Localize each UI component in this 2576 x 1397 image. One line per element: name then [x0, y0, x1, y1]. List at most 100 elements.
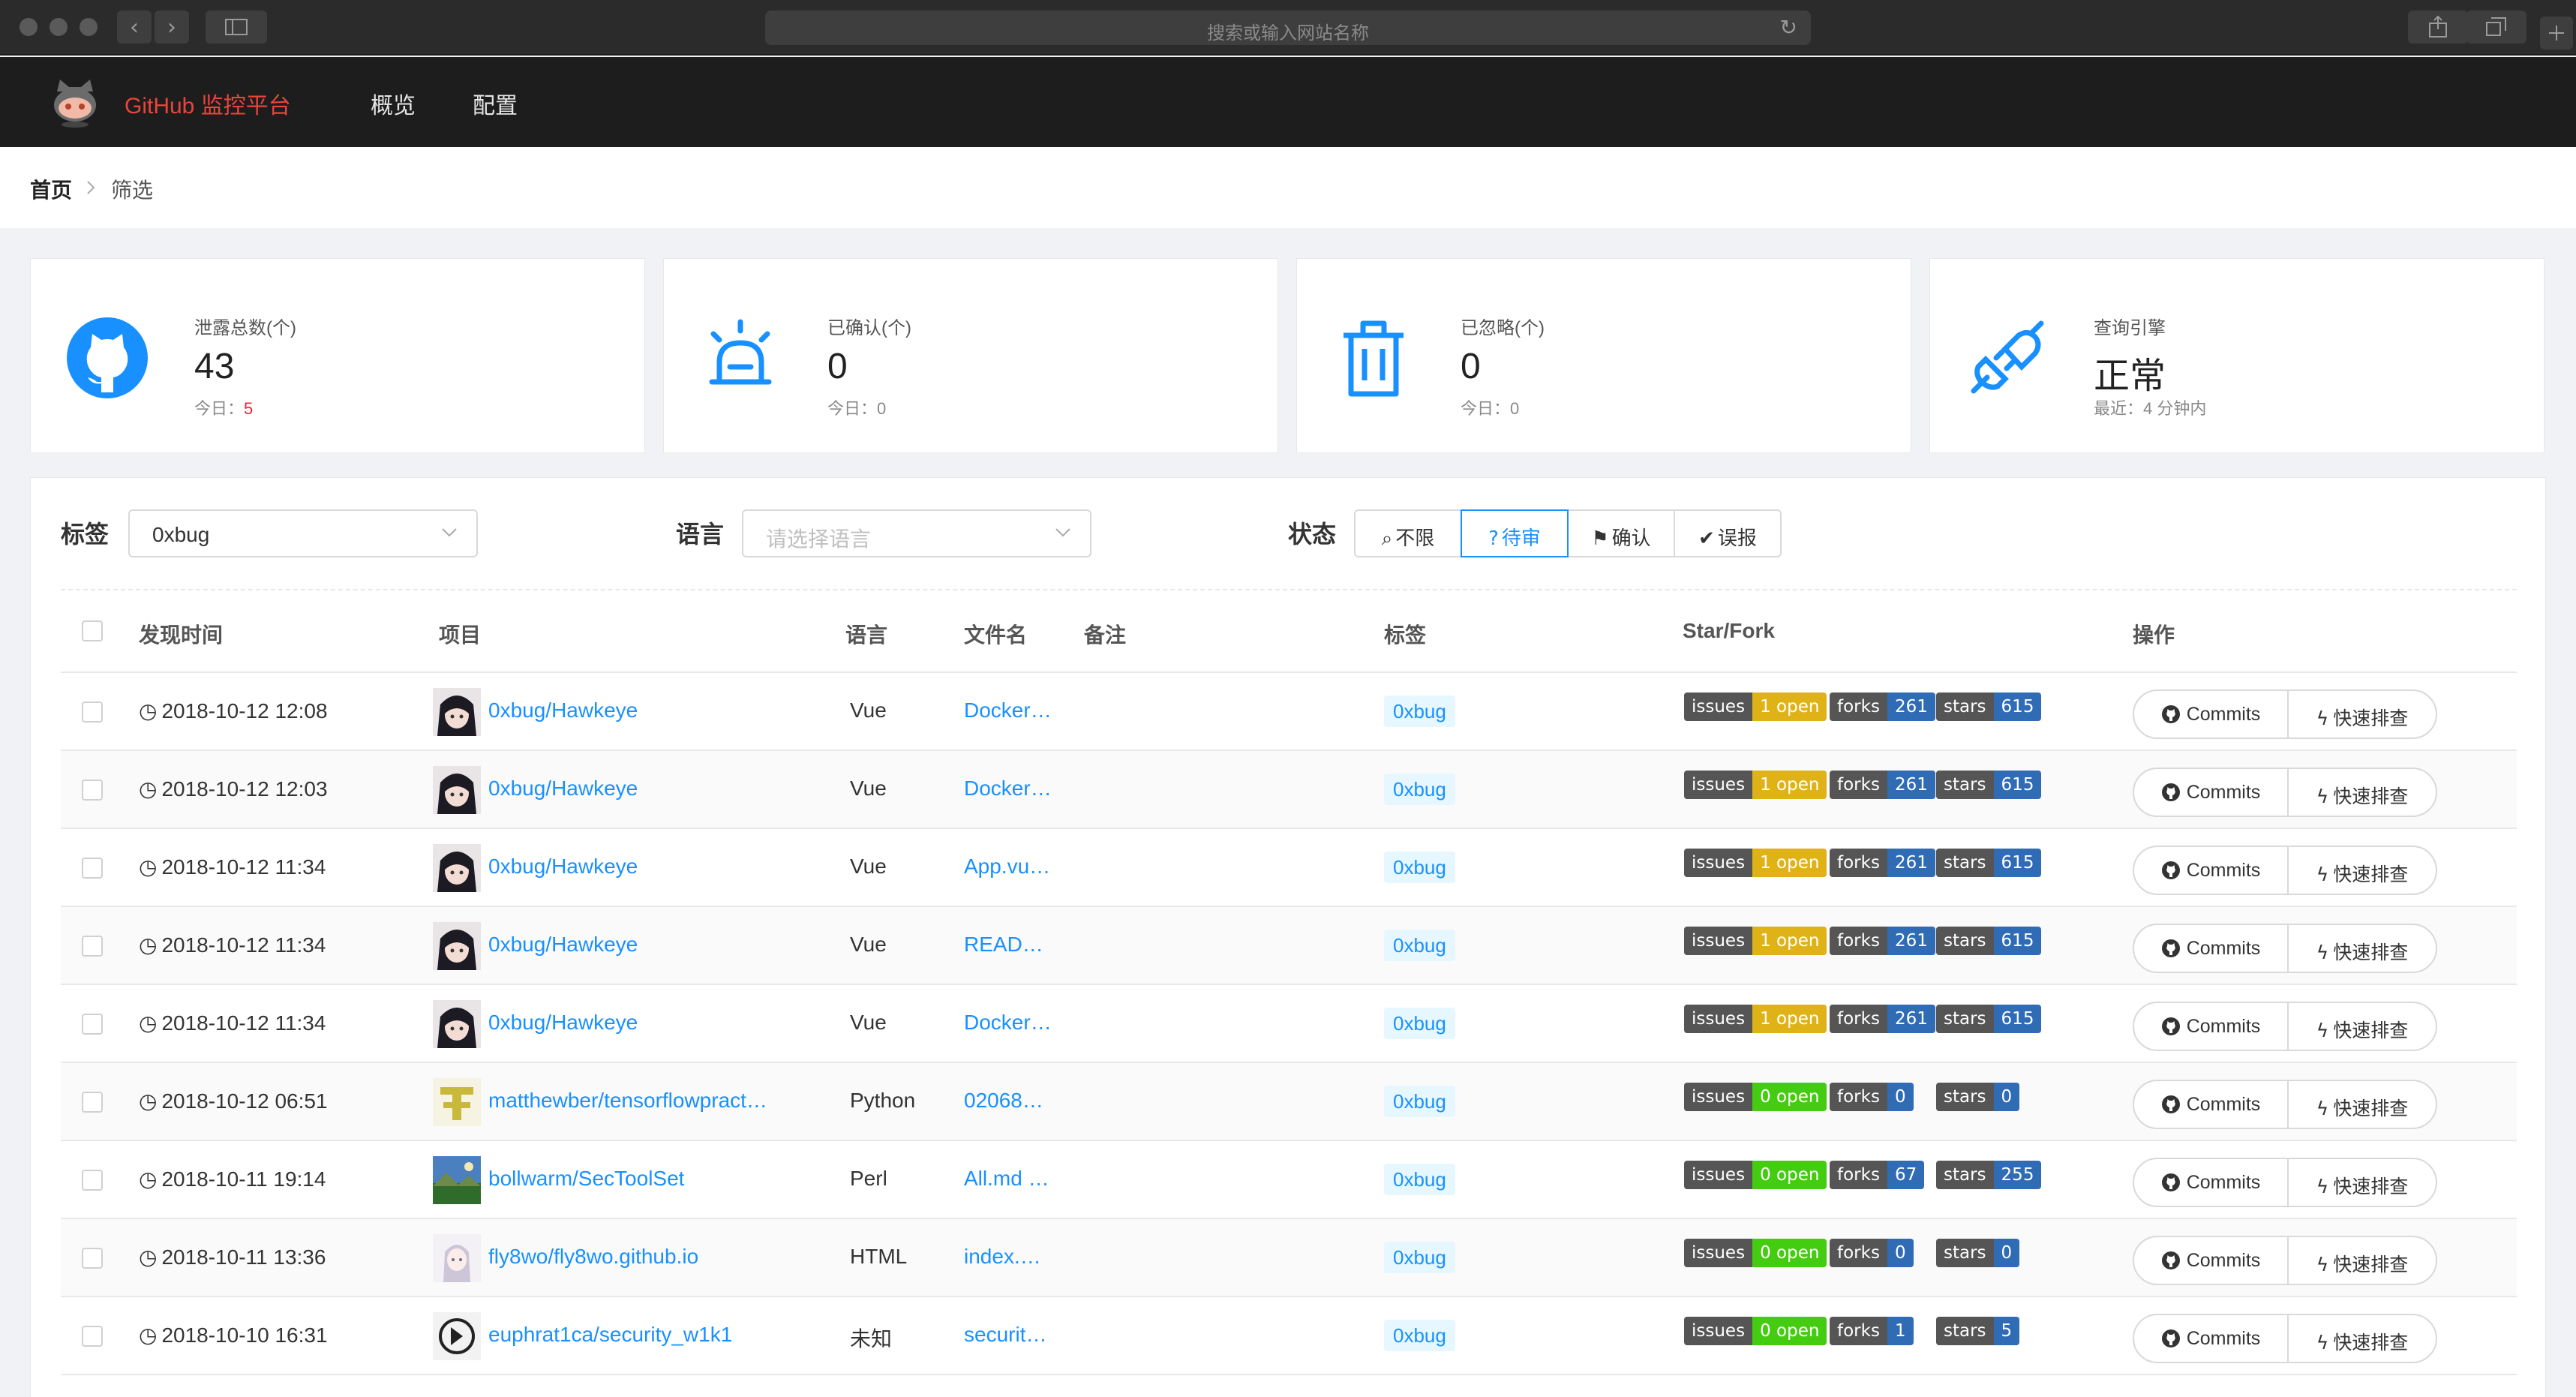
repo-link[interactable]: 0xbug/Hawkeye [488, 1011, 638, 1035]
address-bar[interactable]: 搜索或输入网站名称 ↻ [765, 11, 1811, 45]
file-link[interactable]: Docker… [964, 777, 1052, 801]
stars-badge[interactable]: stars 615 [1936, 927, 2042, 955]
quick-check-button[interactable]: ϟ 快速排查 [2289, 691, 2436, 738]
quick-check-button[interactable]: ϟ 快速排查 [2289, 1237, 2436, 1284]
commits-button[interactable]: Commits [2134, 769, 2287, 816]
table-row[interactable]: ◷ 2018-10-12 06:51 matthewber/tensorflowpr… [61, 1063, 2517, 1141]
forks-badge[interactable]: forks 261 [1830, 771, 1935, 799]
forks-badge[interactable]: forks 67 [1830, 1161, 1925, 1189]
row-tag[interactable]: 0xbug [1384, 1242, 1455, 1273]
repo-link[interactable]: 0xbug/Hawkeye [488, 777, 638, 801]
commits-button[interactable]: Commits [2134, 847, 2287, 894]
table-row[interactable]: ◷ 2018-10-12 12:03 0xbug/Hawkeye Vue Docker…… [61, 751, 2517, 829]
row-checkbox[interactable] [82, 1248, 103, 1269]
row-checkbox[interactable] [82, 858, 103, 879]
table-row[interactable]: ◷ 2018-10-12 12:08 0xbug/Hawkeye Vue Docker…… [61, 673, 2517, 751]
nav-overview[interactable]: 概览 [371, 87, 416, 120]
select-all-checkbox[interactable] [82, 620, 103, 641]
status-option-all[interactable]: ⌕ 不限 [1354, 509, 1462, 557]
issues-badge[interactable]: issues 0 open [1684, 1317, 1827, 1345]
file-link[interactable]: Docker… [964, 698, 1052, 723]
quick-check-button[interactable]: ϟ 快速排查 [2289, 847, 2436, 894]
tag-select[interactable]: 0xbug [128, 509, 478, 557]
forks-badge[interactable]: forks 261 [1830, 927, 1935, 955]
forward-button[interactable]: › [155, 11, 189, 44]
file-link[interactable]: App.vu… [964, 855, 1050, 879]
stars-badge[interactable]: stars 0 [1936, 1083, 2020, 1111]
quick-check-button[interactable]: ϟ 快速排查 [2289, 1003, 2436, 1050]
table-row[interactable]: ◷ 2018-10-11 13:36 fly8wo/fly8wo.github.io… [61, 1219, 2517, 1297]
commits-button[interactable]: Commits [2134, 1081, 2287, 1128]
lang-select[interactable]: 请选择语言 [742, 509, 1091, 557]
forks-badge[interactable]: forks 261 [1830, 1005, 1935, 1033]
repo-link[interactable]: 0xbug/Hawkeye [488, 933, 638, 957]
commits-button[interactable]: Commits [2134, 1315, 2287, 1362]
row-checkbox[interactable] [82, 780, 103, 801]
col-time[interactable]: 发现时间 [139, 619, 223, 649]
repo-link[interactable]: fly8wo/fly8wo.github.io [488, 1245, 698, 1269]
breadcrumb-home[interactable]: 首页 [30, 174, 72, 204]
octocat-logo-icon[interactable] [48, 75, 102, 129]
row-checkbox[interactable] [82, 1092, 103, 1113]
commits-button[interactable]: Commits [2134, 1159, 2287, 1206]
zoom-window-button[interactable] [80, 18, 98, 36]
row-checkbox[interactable] [82, 702, 103, 723]
issues-badge[interactable]: issues 0 open [1684, 1083, 1827, 1111]
row-checkbox[interactable] [82, 1326, 103, 1347]
repo-link[interactable]: 0xbug/Hawkeye [488, 698, 638, 723]
forks-badge[interactable]: forks 0 [1830, 1239, 1914, 1267]
stars-badge[interactable]: stars 255 [1936, 1161, 2042, 1189]
status-option-pending[interactable]: ? 待审 [1461, 509, 1569, 557]
table-row[interactable]: ◷ 2018-10-12 11:34 0xbug/Hawkeye Vue READ… 0x… [61, 907, 2517, 985]
issues-badge[interactable]: issues 1 open [1684, 692, 1827, 721]
issues-badge[interactable]: issues 1 open [1684, 927, 1827, 955]
file-link[interactable]: Docker… [964, 1011, 1052, 1035]
nav-config[interactable]: 配置 [473, 87, 518, 120]
table-row[interactable]: ◷ 2018-10-11 19:14 bollwarm/SecToolSet Perl… [61, 1141, 2517, 1219]
repo-link[interactable]: 0xbug/Hawkeye [488, 855, 638, 879]
row-checkbox[interactable] [82, 1014, 103, 1035]
file-link[interactable]: All.md … [964, 1167, 1049, 1191]
table-row[interactable]: ◷ 2018-10-12 11:34 0xbug/Hawkeye Vue App.vu…… [61, 829, 2517, 907]
row-tag[interactable]: 0xbug [1384, 852, 1455, 883]
forks-badge[interactable]: forks 0 [1830, 1083, 1914, 1111]
status-option-confirmed[interactable]: ⚑ 确认 [1567, 509, 1675, 557]
stars-badge[interactable]: stars 615 [1936, 849, 2042, 877]
brand-title[interactable]: GitHub 监控平台 [125, 87, 291, 120]
stars-badge[interactable]: stars 615 [1936, 1005, 2042, 1033]
row-tag[interactable]: 0xbug [1384, 1086, 1455, 1117]
commits-button[interactable]: Commits [2134, 691, 2287, 738]
row-tag[interactable]: 0xbug [1384, 930, 1455, 961]
quick-check-button[interactable]: ϟ 快速排查 [2289, 769, 2436, 816]
row-checkbox[interactable] [82, 936, 103, 957]
issues-badge[interactable]: issues 1 open [1684, 1005, 1827, 1033]
share-button[interactable] [2408, 11, 2468, 44]
reload-icon[interactable]: ↻ [1780, 15, 1797, 40]
row-tag[interactable]: 0xbug [1384, 1008, 1455, 1039]
repo-link[interactable]: matthewber/tensorflowpract… [488, 1089, 767, 1113]
back-button[interactable]: ‹ [117, 11, 152, 44]
file-link[interactable]: securit… [964, 1323, 1046, 1347]
row-tag[interactable]: 0xbug [1384, 774, 1455, 805]
file-link[interactable]: 02068… [964, 1089, 1043, 1113]
sidebar-toggle-button[interactable] [206, 11, 267, 44]
forks-badge[interactable]: forks 261 [1830, 849, 1935, 877]
issues-badge[interactable]: issues 1 open [1684, 849, 1827, 877]
table-row[interactable]: ◷ 2018-10-12 11:34 0xbug/Hawkeye Vue Docker…… [61, 985, 2517, 1063]
stars-badge[interactable]: stars 0 [1936, 1239, 2020, 1267]
tabs-button[interactable] [2466, 11, 2526, 44]
file-link[interactable]: READ… [964, 933, 1043, 957]
issues-badge[interactable]: issues 0 open [1684, 1239, 1827, 1267]
close-window-button[interactable] [20, 18, 38, 36]
row-tag[interactable]: 0xbug [1384, 695, 1455, 727]
status-option-false-positive[interactable]: ✔ 误报 [1674, 509, 1782, 557]
quick-check-button[interactable]: ϟ 快速排查 [2289, 1315, 2436, 1362]
forks-badge[interactable]: forks 261 [1830, 692, 1935, 721]
quick-check-button[interactable]: ϟ 快速排查 [2289, 1081, 2436, 1128]
commits-button[interactable]: Commits [2134, 1237, 2287, 1284]
stars-badge[interactable]: stars 615 [1936, 692, 2042, 721]
row-checkbox[interactable] [82, 1170, 103, 1191]
row-tag[interactable]: 0xbug [1384, 1164, 1455, 1195]
repo-link[interactable]: euphrat1ca/security_w1k1 [488, 1323, 732, 1347]
repo-link[interactable]: bollwarm/SecToolSet [488, 1167, 684, 1191]
